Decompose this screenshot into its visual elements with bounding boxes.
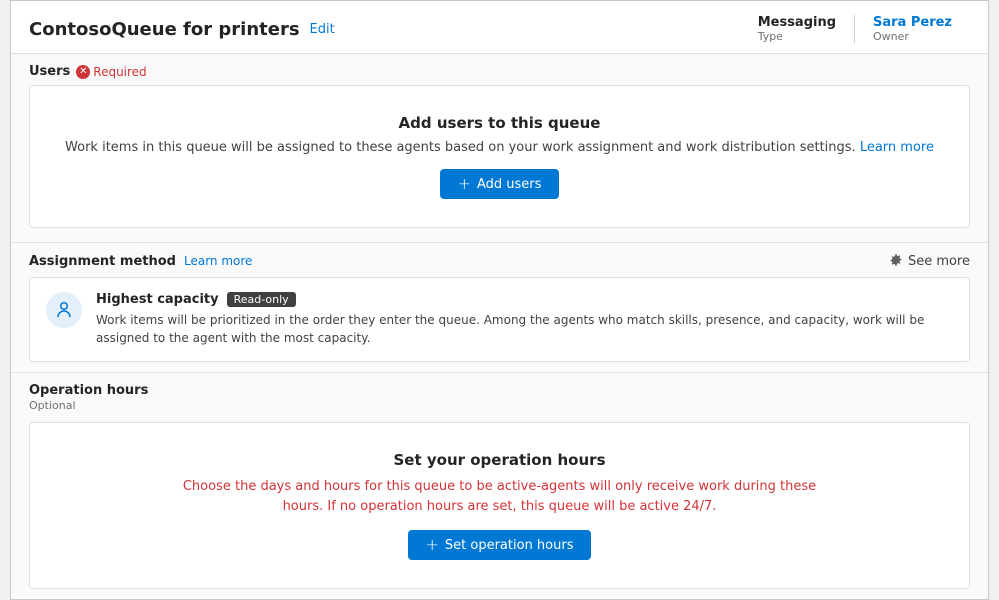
gear-icon (888, 253, 904, 269)
operation-desc-highlighted: this queue will be active 24/7. (521, 499, 717, 514)
operation-desc-line1: Choose the days and hours for this queue… (183, 479, 816, 494)
users-section-label: Users (29, 64, 70, 79)
add-users-card-desc: Work items in this queue will be assigne… (65, 140, 934, 155)
assignment-title-row: Highest capacity Read-only (96, 292, 953, 307)
header-owner-meta: Sara Perez Owner (855, 15, 970, 43)
add-users-button[interactable]: + Add users (440, 169, 560, 199)
add-users-btn-label: Add users (477, 177, 541, 192)
assignment-section-header: Assignment method Learn more See more (29, 243, 970, 277)
assignment-header-left: Assignment method Learn more (29, 254, 252, 269)
operation-section-header: Operation hours Optional (29, 373, 970, 416)
set-operation-hours-button[interactable]: + Set operation hours (408, 530, 592, 560)
users-learn-more-link[interactable]: Learn more (860, 140, 934, 155)
assignment-method-desc: Work items will be prioritized in the or… (96, 311, 953, 347)
set-operation-plus-icon: + (426, 537, 439, 553)
page-title: ContosoQueue for printers (29, 19, 300, 40)
assignment-section: Assignment method Learn more See more (11, 243, 988, 373)
assignment-section-label: Assignment method (29, 254, 176, 269)
header-type-meta: Messaging Type (740, 15, 855, 43)
required-icon: ✕ (76, 65, 90, 79)
header-left: ContosoQueue for printers Edit (29, 19, 335, 40)
operation-card-desc: Choose the days and hours for this queue… (183, 477, 816, 516)
add-users-card: Add users to this queue Work items in th… (29, 85, 970, 228)
add-users-desc-text: Work items in this queue will be assigne… (65, 140, 856, 155)
header-type-label: Type (758, 30, 783, 43)
capacity-icon (54, 300, 74, 320)
see-more-button[interactable]: See more (888, 253, 970, 269)
header-type-value: Messaging (758, 15, 836, 30)
readonly-badge: Read-only (227, 292, 296, 307)
assignment-method-card: Highest capacity Read-only Work items wi… (29, 277, 970, 362)
see-more-label: See more (908, 254, 970, 269)
assignment-learn-more-link[interactable]: Learn more (184, 254, 252, 268)
header-right: Messaging Type Sara Perez Owner (740, 15, 970, 43)
header-owner-label: Owner (873, 30, 909, 43)
operation-section: Operation hours Optional Set your operat… (11, 373, 988, 599)
assignment-info: Highest capacity Read-only Work items wi… (96, 292, 953, 347)
set-operation-btn-label: Set operation hours (445, 538, 574, 553)
assignment-method-icon (46, 292, 82, 328)
page-header: ContosoQueue for printers Edit Messaging… (11, 1, 988, 54)
operation-hours-card: Set your operation hours Choose the days… (29, 422, 970, 589)
required-text: Required (93, 65, 146, 79)
operation-section-label: Operation hours (29, 383, 148, 398)
add-users-card-title: Add users to this queue (399, 114, 601, 132)
operation-card-title: Set your operation hours (394, 451, 606, 469)
users-section-header: Users ✕ Required (29, 54, 970, 85)
assignment-method-title: Highest capacity (96, 292, 219, 307)
operation-optional-label: Optional (29, 399, 970, 412)
operation-desc-line2-before: hours. If no operation hours are set, (283, 499, 521, 514)
edit-link[interactable]: Edit (310, 22, 335, 37)
users-section: Users ✕ Required Add users to this queue… (11, 54, 988, 243)
header-owner-value[interactable]: Sara Perez (873, 15, 952, 30)
required-badge: ✕ Required (76, 65, 146, 79)
add-users-plus-icon: + (458, 176, 471, 192)
main-window: ContosoQueue for printers Edit Messaging… (10, 0, 989, 600)
